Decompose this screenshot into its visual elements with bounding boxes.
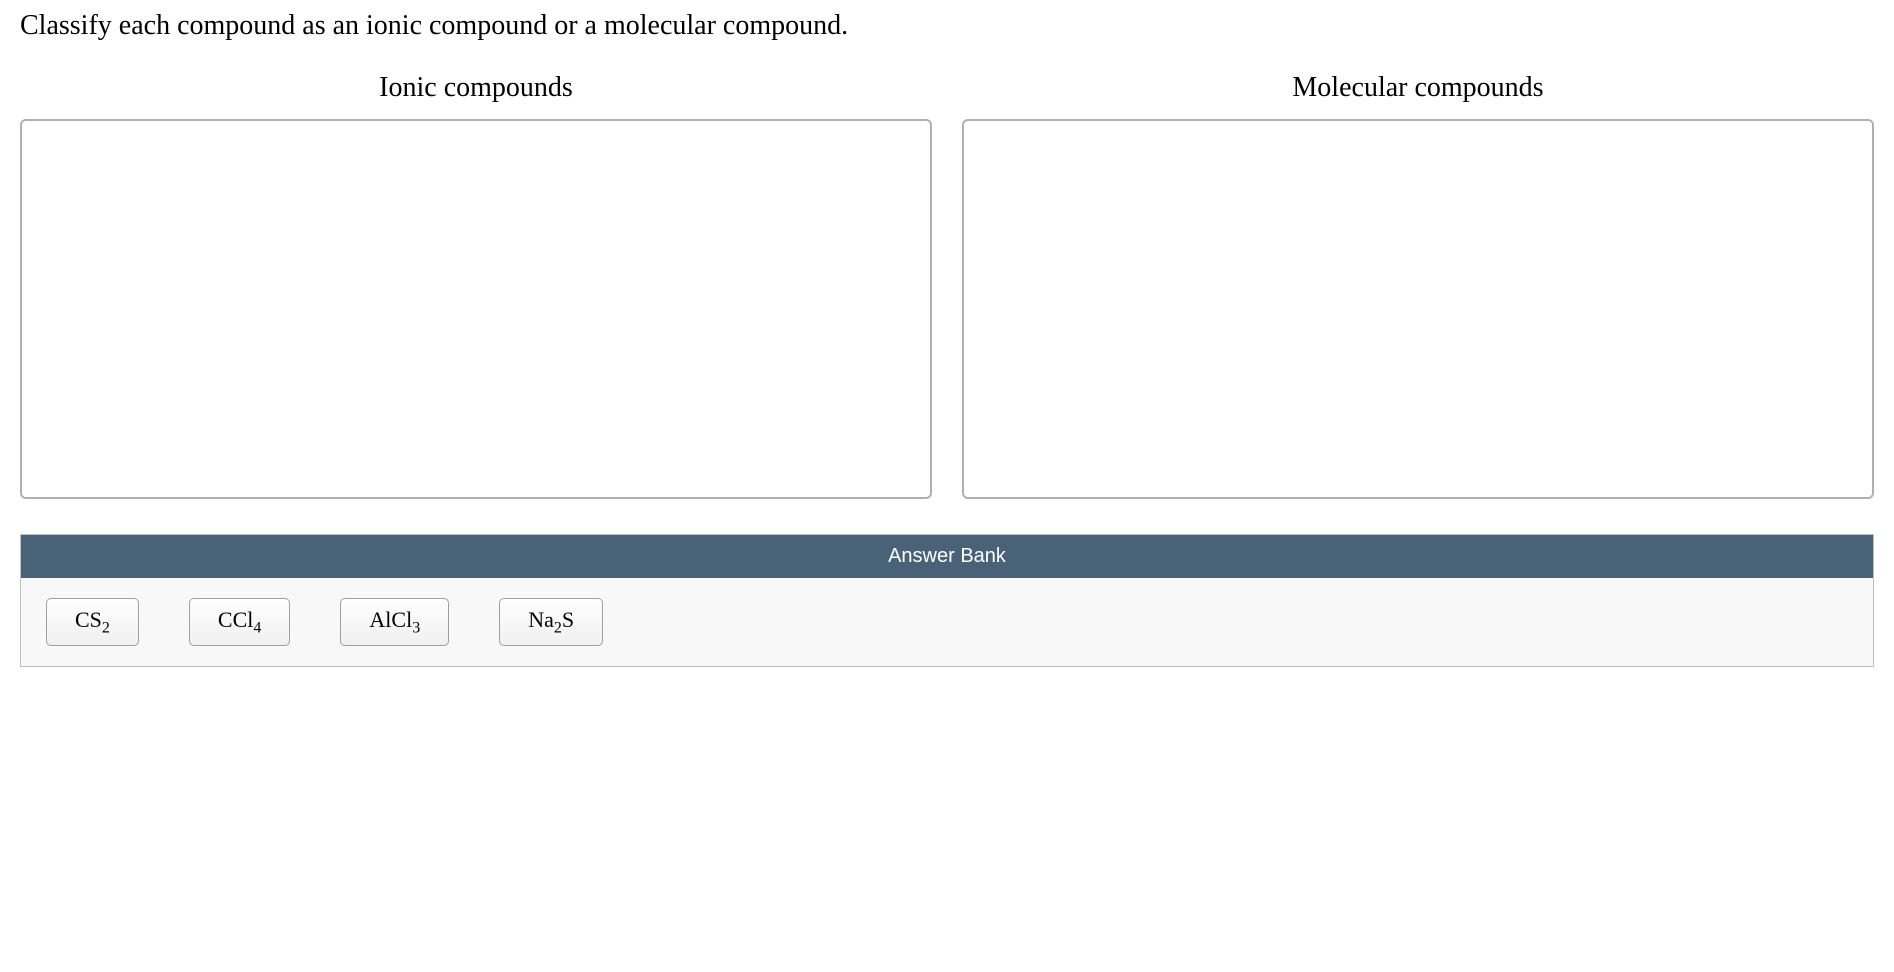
compound-base: AlCl [369,607,412,632]
molecular-zone-wrapper: Molecular compounds [962,72,1874,499]
compound-sub: 2 [102,619,110,636]
compound-base: CS [75,607,102,632]
answer-bank-items: CS2 CCl4 AlCl3 Na2S [21,578,1873,666]
ionic-zone-title: Ionic compounds [20,72,932,104]
answer-bank: Answer Bank CS2 CCl4 AlCl3 Na2S [20,534,1874,667]
compound-chip-alcl3[interactable]: AlCl3 [340,598,449,646]
answer-bank-header: Answer Bank [21,535,1873,578]
question-prompt: Classify each compound as an ionic compo… [20,10,1874,42]
molecular-zone-title: Molecular compounds [962,72,1874,104]
molecular-drop-zone[interactable] [962,119,1874,499]
ionic-drop-zone[interactable] [20,119,932,499]
compound-chip-na2s[interactable]: Na2S [499,598,603,646]
compound-base-pre: Na [528,607,554,632]
drop-zones-container: Ionic compounds Molecular compounds [20,72,1874,499]
ionic-zone-wrapper: Ionic compounds [20,72,932,499]
compound-sub: 2 [554,619,562,636]
compound-sub: 3 [412,619,420,636]
compound-base-post: S [562,607,574,632]
compound-base: CCl [218,607,253,632]
compound-sub: 4 [253,619,261,636]
compound-chip-ccl4[interactable]: CCl4 [189,598,290,646]
compound-chip-cs2[interactable]: CS2 [46,598,139,646]
